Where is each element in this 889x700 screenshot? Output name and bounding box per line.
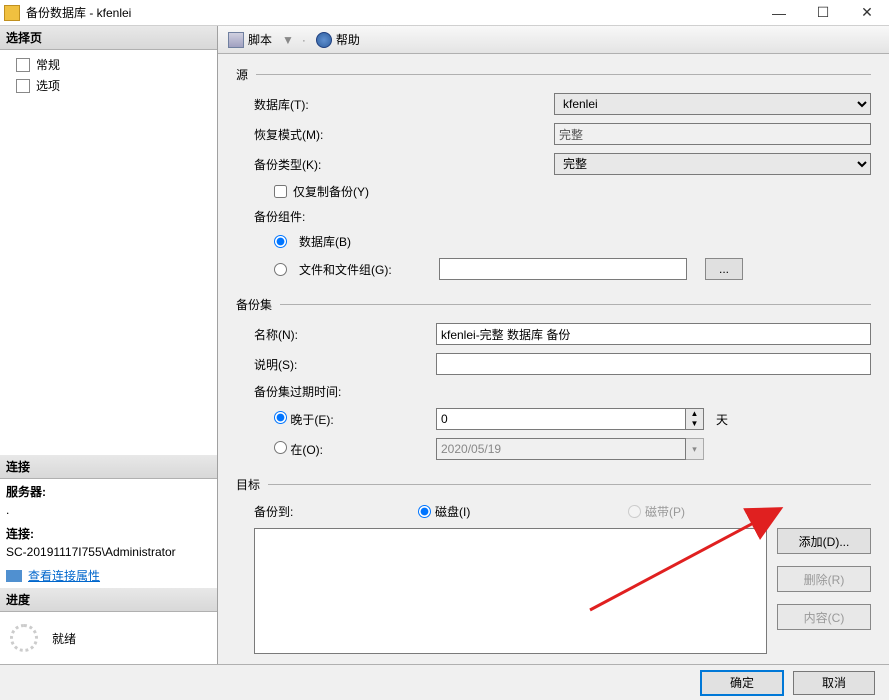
dropdown-arrow-icon[interactable]: ▼ <box>280 33 296 47</box>
ok-button[interactable]: 确定 <box>701 671 783 695</box>
progress-status: 就绪 <box>52 630 76 647</box>
expire-after-label: 晚于(E): <box>290 413 333 427</box>
page-icon <box>16 58 30 72</box>
copy-only-label: 仅复制备份(Y) <box>293 183 369 200</box>
component-filegroups-label: 文件和文件组(G): <box>299 261 431 278</box>
expire-label: 备份集过期时间: <box>254 383 554 400</box>
recovery-value: 完整 <box>554 123 871 145</box>
connection-section: 服务器: . 连接: SC-20191117I755\Administrator… <box>0 479 217 588</box>
nav-item-general[interactable]: 常规 <box>6 54 211 75</box>
copy-only-checkbox[interactable] <box>274 185 287 198</box>
filegroups-input[interactable] <box>439 258 687 280</box>
dest-disk-radio[interactable] <box>418 505 431 518</box>
component-database-radio[interactable] <box>274 235 287 248</box>
help-icon <box>316 32 332 48</box>
progress-spinner-icon <box>10 624 38 652</box>
dest-tape-label: 磁带(P) <box>645 503 685 520</box>
server-label: 服务器: <box>6 483 211 500</box>
network-icon <box>6 570 22 582</box>
nav-item-options[interactable]: 选项 <box>6 75 211 96</box>
recovery-label: 恢复模式(M): <box>254 126 554 143</box>
database-label: 数据库(T): <box>254 96 554 113</box>
spin-up-icon[interactable]: ▲ <box>686 409 703 419</box>
help-button[interactable]: 帮助 <box>312 29 364 50</box>
backup-desc-input[interactable] <box>436 353 871 375</box>
expire-on-label: 在(O): <box>290 443 323 457</box>
component-filegroups-radio[interactable] <box>274 263 287 276</box>
date-dropdown-icon[interactable]: ▾ <box>686 438 704 460</box>
dialog-footer: 确定 取消 <box>0 664 889 700</box>
script-button[interactable]: 脚本 <box>224 29 276 50</box>
view-connection-props-link[interactable]: 查看连接属性 <box>6 567 211 584</box>
nav-label: 选项 <box>36 77 60 94</box>
minimize-button[interactable]: — <box>757 0 801 26</box>
browse-filegroups-button[interactable]: ... <box>705 258 743 280</box>
database-select[interactable]: kfenlei <box>554 93 871 115</box>
script-label: 脚本 <box>248 31 272 48</box>
connection-value: SC-20191117I755\Administrator <box>6 545 211 559</box>
backup-name-input[interactable] <box>436 323 871 345</box>
remove-destination-button: 删除(R) <box>777 566 871 592</box>
window-titlebar: 备份数据库 - kfenlei — ☐ ✕ <box>0 0 889 26</box>
progress-section: 就绪 <box>0 612 217 664</box>
expire-on-radio[interactable] <box>274 441 287 454</box>
form-content: 源 数据库(T): kfenlei 恢复模式(M): 完整 <box>218 54 889 664</box>
server-value: . <box>6 503 211 517</box>
maximize-button[interactable]: ☐ <box>801 0 845 26</box>
link-text: 查看连接属性 <box>28 567 100 584</box>
page-icon <box>16 79 30 93</box>
source-group: 源 数据库(T): kfenlei 恢复模式(M): 完整 <box>236 66 871 288</box>
source-legend: 源 <box>236 66 256 83</box>
close-button[interactable]: ✕ <box>845 0 889 26</box>
cancel-button[interactable]: 取消 <box>793 671 875 695</box>
spin-down-icon[interactable]: ▼ <box>686 419 703 429</box>
left-panel: 选择页 常规 选项 连接 服务器: . 连接: SC-20191117I755\… <box>0 26 218 664</box>
window-controls: — ☐ ✕ <box>757 0 889 26</box>
app-icon <box>4 5 20 21</box>
destination-group: 目标 备份到: 磁盘(I) 磁带(P) 添加(D)... 删除(R) 内容(C) <box>236 476 871 654</box>
desc-label: 说明(S): <box>254 356 436 373</box>
expire-after-radio[interactable] <box>274 411 287 424</box>
add-destination-button[interactable]: 添加(D)... <box>777 528 871 554</box>
dest-disk-label: 磁盘(I) <box>435 503 470 520</box>
right-panel: 脚本 ▼ · 帮助 源 数据库(T): kfenlei <box>218 26 889 664</box>
component-label: 备份组件: <box>254 208 554 225</box>
name-label: 名称(N): <box>254 326 436 343</box>
contents-button: 内容(C) <box>777 604 871 630</box>
nav-label: 常规 <box>36 56 60 73</box>
backup-type-label: 备份类型(K): <box>254 156 554 173</box>
expire-on-date[interactable]: 2020/05/19 <box>436 438 686 460</box>
expire-after-input[interactable] <box>436 408 686 430</box>
backupset-legend: 备份集 <box>236 296 280 313</box>
backupset-group: 备份集 名称(N): 说明(S): 备份集过期时间: 晚于(E): <box>236 296 871 468</box>
help-label: 帮助 <box>336 31 360 48</box>
dest-tape-radio <box>628 505 641 518</box>
expire-unit: 天 <box>716 411 728 428</box>
select-page-header: 选择页 <box>0 26 217 50</box>
component-database-label: 数据库(B) <box>299 233 351 250</box>
destination-legend: 目标 <box>236 476 268 493</box>
nav-section: 常规 选项 <box>0 50 217 455</box>
backup-to-label: 备份到: <box>254 503 418 520</box>
script-icon <box>228 32 244 48</box>
connection-header: 连接 <box>0 455 217 479</box>
destination-list[interactable] <box>254 528 767 654</box>
expire-spinner[interactable]: ▲▼ <box>686 408 704 430</box>
connection-label: 连接: <box>6 525 211 542</box>
backup-type-select[interactable]: 完整 <box>554 153 871 175</box>
toolbar-separator: · <box>300 33 308 47</box>
toolbar: 脚本 ▼ · 帮助 <box>218 26 889 54</box>
progress-header: 进度 <box>0 588 217 612</box>
window-title: 备份数据库 - kfenlei <box>26 4 757 21</box>
